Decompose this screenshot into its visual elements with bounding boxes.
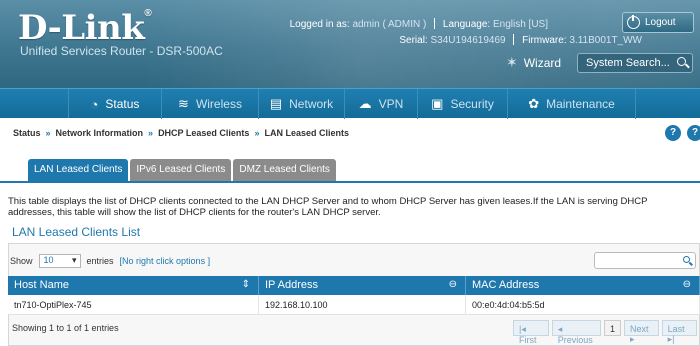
breadcrumb: Status» Network Information» DHCP Leased C… [13, 128, 349, 138]
logout-button[interactable]: Logout [622, 12, 694, 33]
crumb-network-information[interactable]: Network Information [56, 128, 144, 138]
tab-lan-leased-clients[interactable]: LAN Leased Clients [28, 159, 129, 181]
system-search-input[interactable]: System Search... [577, 53, 693, 73]
lock-icon: ▣ [431, 96, 444, 111]
tab-ipv6-leased-clients[interactable]: IPv6 Leased Clients [130, 159, 232, 181]
table-search-input[interactable] [594, 252, 696, 269]
power-icon [627, 15, 640, 29]
page-last-button[interactable]: Last ▸| [661, 320, 698, 344]
nav-maintenance[interactable]: ✿ Maintenance [508, 89, 636, 119]
table-row[interactable]: tn710-OptiPlex-745 192.168.10.100 00:e0:… [8, 295, 700, 315]
login-info: Logged in as: admin ( ADMIN ) Language: … [290, 18, 548, 30]
cell-host-name: tn710-OptiPlex-745 [8, 295, 259, 315]
sort-icon: ⊖ [682, 279, 691, 290]
help-icon[interactable]: ? [665, 125, 681, 141]
nav-security[interactable]: ▣ Security [418, 89, 508, 119]
gears-icon: ✿ [528, 96, 540, 111]
brand-logo: D-Link® [18, 8, 152, 48]
pagination: |◂ First ◂ Previous 1 Next ▸ Last ▸| [513, 320, 700, 345]
page-description: This table displays the list of DHCP cli… [8, 196, 648, 218]
header-banner: D-Link® Unified Services Router - DSR-50… [0, 0, 700, 88]
sort-icon: ⊖ [448, 279, 457, 290]
crumb-dhcp-leased-clients[interactable]: DHCP Leased Clients [158, 128, 249, 138]
search-icon [683, 256, 690, 263]
page-number-button[interactable]: 1 [604, 320, 622, 336]
cell-ip-address: 192.168.10.100 [259, 295, 466, 315]
crumb-lan-leased-clients: LAN Leased Clients [264, 128, 349, 138]
entries-select[interactable]: 10 [38, 254, 81, 268]
no-right-click-note: [No right click options ] [119, 256, 211, 266]
vpn-cloud-icon: ☁ [358, 96, 372, 111]
network-icon: ▤ [269, 96, 283, 111]
column-mac-address[interactable]: MAC Address ⊖ [466, 276, 700, 295]
column-ip-address[interactable]: IP Address ⊖ [259, 276, 466, 295]
column-host-name[interactable]: Host Name ⇕ [8, 276, 259, 295]
sort-icon: ⇕ [241, 279, 250, 290]
list-title: LAN Leased Clients List [12, 225, 141, 239]
serial-info: Serial: S34U194619469 Firmware: 3.11B001… [399, 34, 642, 46]
page-next-button[interactable]: Next ▸ [624, 320, 659, 344]
table-header: Host Name ⇕ IP Address ⊖ MAC Address ⊖ [8, 276, 700, 295]
nav-network[interactable]: ▤ Network [259, 89, 345, 119]
search-icon[interactable] [677, 57, 686, 66]
page-previous-button[interactable]: ◂ Previous [551, 320, 602, 345]
main-nav: ◔ Status ≋ Wireless ▤ Network ☁ VPN ▣ Se… [0, 88, 700, 119]
crumb-status[interactable]: Status [13, 128, 41, 138]
showing-entries-text: Showing 1 to 1 of 1 entries [12, 323, 119, 333]
product-name: Unified Services Router - DSR-500AC [20, 44, 223, 58]
serial-label: Serial: [399, 35, 428, 46]
tab-dmz-leased-clients[interactable]: DMZ Leased Clients [233, 159, 336, 181]
show-entries-control: Show 10 entries [No right click options … [10, 254, 210, 268]
nav-status[interactable]: ◔ Status [69, 89, 162, 119]
logged-label: Logged in as: [289, 19, 350, 30]
help-icon-2[interactable]: ? [687, 125, 700, 141]
logged-user: admin ( ADMIN ) [352, 19, 427, 30]
nav-wireless[interactable]: ≋ Wireless [162, 89, 259, 119]
firmware-label: Firmware: [522, 35, 567, 46]
serial-value: S34U194619469 [430, 35, 506, 46]
wifi-icon: ≋ [178, 96, 189, 111]
dashboard-icon: ◔ [90, 96, 99, 112]
page-first-button[interactable]: |◂ First [513, 320, 549, 345]
wizard-link[interactable]: ✶ Wizard [506, 54, 561, 71]
tab-underline [0, 181, 700, 183]
wand-icon: ✶ [506, 54, 518, 70]
nav-vpn[interactable]: ☁ VPN [345, 89, 418, 119]
tab-bar: LAN Leased Clients IPv6 Leased Clients D… [28, 159, 338, 181]
cell-mac-address: 00:e0:4d:04:b5:5d [466, 295, 700, 315]
language-link[interactable]: English [US] [493, 19, 548, 30]
firmware-value: 3.11B001T_WW [569, 35, 642, 46]
language-label: Language: [442, 19, 491, 30]
